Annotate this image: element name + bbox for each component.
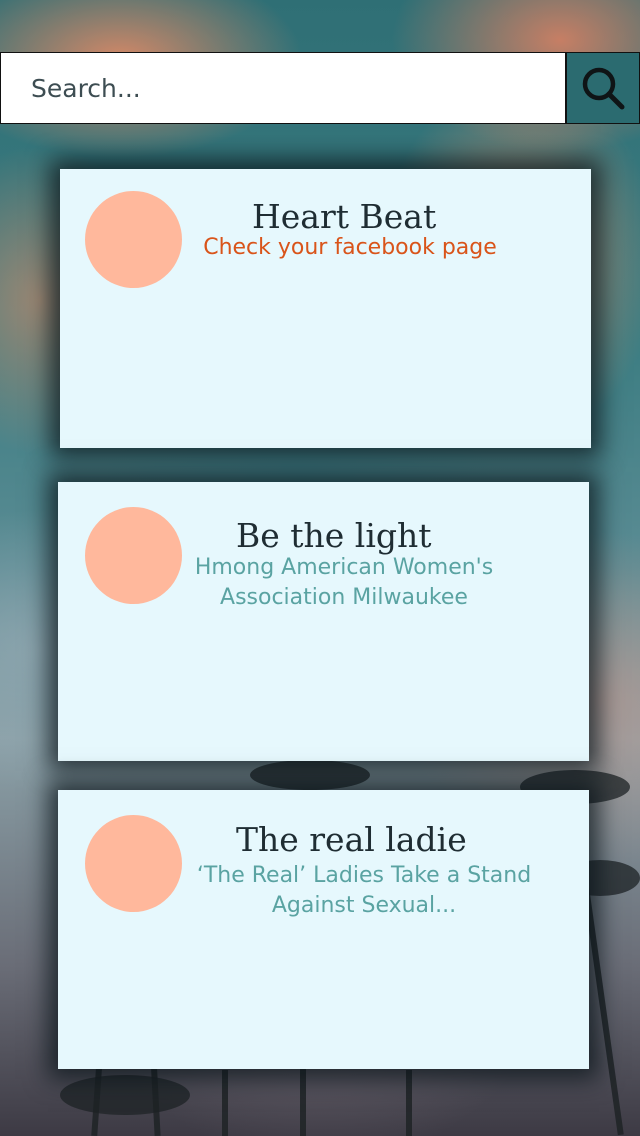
search-icon (582, 67, 625, 110)
card-subtitle: ‘The Real’ Ladies Take a Stand Against S… (178, 861, 550, 921)
search-bar (0, 52, 640, 126)
list-item[interactable]: The real ladie ‘The Real’ Ladies Take a … (58, 790, 589, 1069)
list-item[interactable]: Be the light Hmong American Women's Asso… (58, 482, 589, 761)
card-title: Be the light (236, 516, 432, 555)
card-subtitle-line: Check your facebook page (203, 235, 497, 260)
card-subtitle-line: Hmong American Women's (194, 555, 494, 580)
avatar (85, 507, 182, 604)
search-input[interactable] (0, 52, 566, 124)
search-button[interactable] (566, 52, 640, 124)
card-title: The real ladie (236, 820, 467, 859)
avatar (85, 815, 182, 912)
card-subtitle-line: ‘The Real’ Ladies Take a Stand (196, 863, 532, 888)
card-subtitle: Hmong American Women's Association Milwa… (186, 553, 502, 613)
card-subtitle: Check your facebook page (190, 233, 510, 263)
card-title: Heart Beat (252, 197, 437, 236)
avatar (85, 191, 182, 288)
list-item[interactable]: Heart Beat Check your facebook page (60, 169, 591, 448)
card-subtitle-line: Association Milwaukee (220, 585, 468, 610)
card-subtitle-line: Against Sexual... (271, 893, 457, 918)
